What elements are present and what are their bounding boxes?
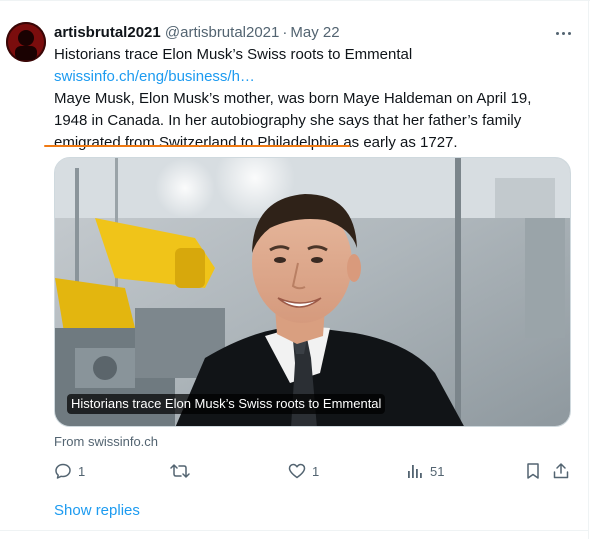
highlight-underline bbox=[200, 145, 350, 147]
post-header: artisbrutal2021 @artisbrutal2021 · May 22 bbox=[54, 23, 340, 43]
analytics-icon bbox=[408, 465, 422, 478]
repost-button[interactable] bbox=[170, 460, 196, 482]
bottom-border bbox=[0, 530, 589, 531]
action-bar: 1 1 51 bbox=[54, 460, 571, 482]
text-line: 1948 in Canada. In her autobiography she… bbox=[54, 112, 522, 129]
post-text: Historians trace Elon Musk’s Swiss roots… bbox=[54, 44, 564, 154]
view-count: 51 bbox=[430, 463, 445, 479]
like-button[interactable]: 1 bbox=[288, 460, 319, 482]
highlight-underline bbox=[44, 145, 200, 147]
article-photo bbox=[55, 158, 570, 426]
share-button[interactable] bbox=[552, 460, 570, 482]
show-replies-link[interactable]: Show replies bbox=[54, 502, 140, 519]
avatar[interactable] bbox=[6, 22, 46, 62]
reply-count: 1 bbox=[78, 463, 86, 479]
more-options-button[interactable] bbox=[552, 23, 574, 43]
separator: · bbox=[282, 24, 288, 41]
text-line: Historians trace Elon Musk’s Swiss roots… bbox=[54, 46, 413, 63]
text-line: emigrated from Switzerland to Philadelph… bbox=[54, 134, 458, 151]
card-source[interactable]: From swissinfo.ch bbox=[54, 434, 158, 449]
text-line: Maye Musk, Elon Musk’s mother, was born … bbox=[54, 90, 532, 107]
more-icon bbox=[555, 31, 571, 35]
share-icon bbox=[553, 463, 569, 479]
avatar-image bbox=[6, 22, 46, 62]
like-count: 1 bbox=[312, 463, 320, 479]
repost-icon bbox=[170, 464, 190, 478]
post-date[interactable]: May 22 bbox=[290, 24, 339, 41]
reply-icon bbox=[55, 463, 71, 479]
right-border bbox=[588, 0, 589, 539]
bookmark-icon bbox=[527, 463, 539, 479]
bookmark-button[interactable] bbox=[524, 460, 542, 482]
heart-icon bbox=[288, 463, 306, 479]
link-preview-card[interactable]: Historians trace Elon Musk’s Swiss roots… bbox=[54, 157, 571, 427]
user-handle[interactable]: @artisbrutal2021 bbox=[165, 24, 279, 41]
top-border bbox=[0, 0, 590, 1]
post-link[interactable]: swissinfo.ch/eng/business/h… bbox=[54, 66, 564, 88]
views-button[interactable]: 51 bbox=[406, 460, 444, 482]
display-name[interactable]: artisbrutal2021 bbox=[54, 24, 161, 41]
reply-button[interactable]: 1 bbox=[54, 460, 85, 482]
card-caption: Historians trace Elon Musk’s Swiss roots… bbox=[67, 394, 386, 414]
